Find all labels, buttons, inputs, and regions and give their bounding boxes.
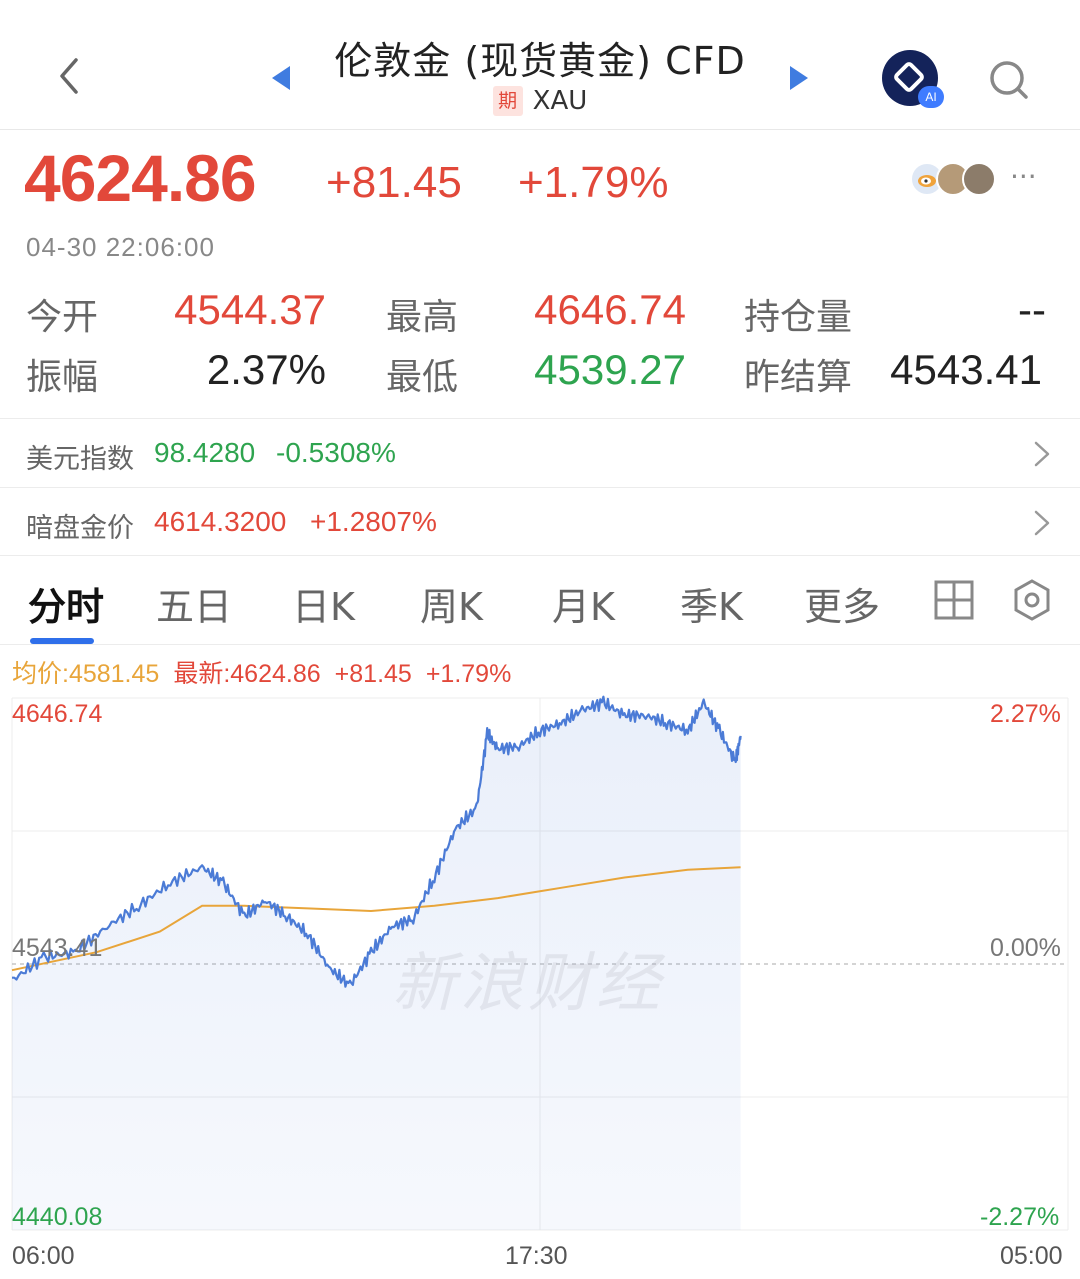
layout-grid-icon[interactable] <box>932 578 976 622</box>
stat-label-amplitude: 振幅 <box>26 357 99 398</box>
usd-index-label: 美元指数 <box>26 444 134 475</box>
stat-label-prev-settle: 昨结算 <box>744 357 853 398</box>
legend-latest-price: 最新:4624.86 <box>173 660 321 688</box>
chevron-left-icon <box>60 58 78 94</box>
user-avatar <box>962 162 996 196</box>
ai-badge: AI <box>918 86 944 108</box>
search-icon <box>990 61 1028 99</box>
stat-value-open-interest: -- <box>1018 286 1046 333</box>
triangle-left-icon <box>272 66 290 90</box>
sina-finance-watermark: 新浪财经 <box>392 947 664 1021</box>
top-nav-bar: 伦敦金 (现货黄金) CFD 期 XAU AI <box>0 0 1080 130</box>
instrument-symbol: XAU <box>532 86 588 116</box>
page-title: 伦敦金 (现货黄金) CFD <box>334 39 746 83</box>
price-change-percent: +1.79% <box>518 158 669 207</box>
back-button[interactable] <box>40 40 100 110</box>
search-button[interactable] <box>985 56 1035 106</box>
stat-label-high: 最高 <box>386 297 459 338</box>
stat-label-open: 今开 <box>26 297 99 338</box>
legend-average-price: 均价:4581.45 <box>12 660 160 688</box>
community-avatars[interactable] <box>910 162 1010 198</box>
ai-assistant-button[interactable]: AI <box>882 50 944 108</box>
chevron-right-icon <box>1034 441 1050 467</box>
y-axis-base-label: 4543.41 <box>12 934 103 962</box>
stat-value-high: 4646.74 <box>534 286 686 333</box>
tab-quarterly-k[interactable]: 季K <box>680 576 743 631</box>
instrument-subtitle: 期 XAU <box>300 86 780 116</box>
tab-daily-k[interactable]: 日K <box>292 576 355 631</box>
triangle-right-icon <box>790 66 808 90</box>
stat-label-low: 最低 <box>386 357 459 398</box>
tab-intraday[interactable]: 分时 <box>28 576 104 631</box>
tab-weekly-k[interactable]: 周K <box>420 576 483 631</box>
stat-value-prev-settle: 4543.41 <box>890 346 1042 393</box>
stat-value-amplitude: 2.37% <box>206 346 326 393</box>
dark-pool-gold-label: 暗盘金价 <box>26 513 134 544</box>
stat-label-open-interest: 持仓量 <box>744 297 853 338</box>
chart-period-tabs: 分时 五日 日K 周K 月K 季K 更多 <box>0 555 1080 645</box>
x-axis-end-label: 05:00 <box>1000 1242 1063 1270</box>
chart-legend: 均价:4581.45 最新:4624.86 +81.45 +1.79% <box>12 654 511 690</box>
x-axis-start-label: 06:00 <box>12 1242 75 1270</box>
y-axis-min-label: 4440.08 <box>12 1203 103 1231</box>
dark-pool-gold-value: 4614.3200 <box>154 506 287 537</box>
y-axis-max-label: 4646.74 <box>12 700 103 728</box>
legend-change: +81.45 <box>334 660 412 688</box>
last-price: 4624.86 <box>24 141 257 215</box>
usd-index-row[interactable]: 美元指数 98.4280 -0.5308% <box>0 418 1080 486</box>
chevron-right-icon <box>1034 510 1050 536</box>
pct-axis-zero-label: 0.00% <box>990 934 1061 962</box>
previous-instrument-button[interactable] <box>262 58 302 98</box>
next-instrument-button[interactable] <box>778 58 818 98</box>
legend-change-percent: +1.79% <box>425 660 512 688</box>
x-axis-mid-label: 17:30 <box>505 1242 568 1270</box>
dark-pool-gold-row[interactable]: 暗盘金价 4614.3200 +1.2807% <box>0 487 1080 555</box>
settings-hexagon-icon[interactable] <box>1010 578 1054 622</box>
tab-more[interactable]: 更多 <box>804 576 880 631</box>
dark-pool-gold-change: +1.2807% <box>310 506 437 537</box>
pct-axis-max-label: 2.27% <box>990 700 1061 728</box>
futures-badge: 期 <box>492 86 523 116</box>
price-change: +81.45 <box>326 158 462 207</box>
more-options-button[interactable]: ··· <box>1010 160 1037 193</box>
pct-axis-min-label: -2.27% <box>980 1203 1060 1231</box>
tab-five-day[interactable]: 五日 <box>156 576 232 631</box>
tab-monthly-k[interactable]: 月K <box>552 576 615 631</box>
active-tab-indicator <box>30 638 94 644</box>
usd-index-change: -0.5308% <box>276 437 396 468</box>
stat-value-low: 4539.27 <box>534 346 686 393</box>
quote-timestamp: 04-30 22:06:00 <box>26 232 215 262</box>
usd-index-value: 98.4280 <box>154 437 256 468</box>
stat-value-open: 4544.37 <box>174 286 326 333</box>
